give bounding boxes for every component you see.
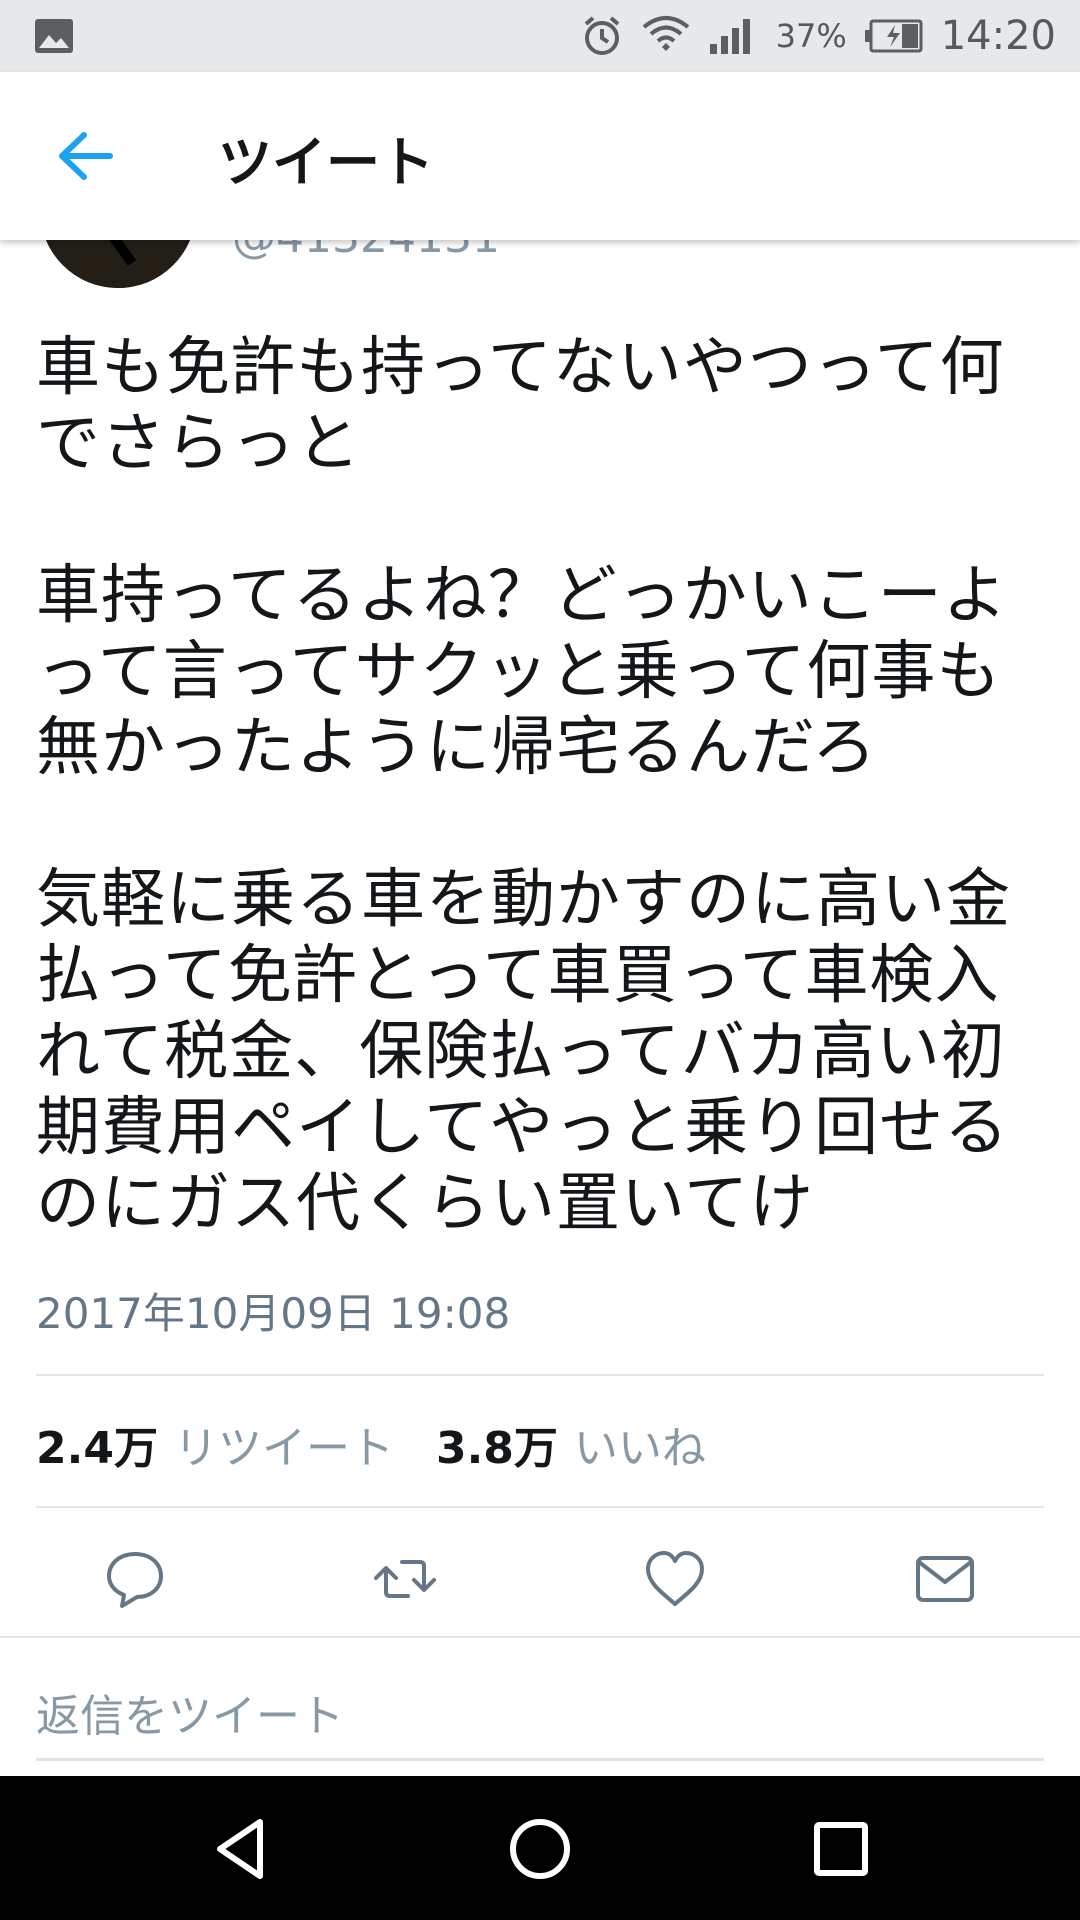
alarm-icon xyxy=(584,16,619,55)
battery-percent: 37% xyxy=(775,17,847,55)
reply-icon[interactable] xyxy=(104,1548,166,1610)
home-nav-icon[interactable] xyxy=(505,1814,575,1884)
like-label[interactable]: いいね xyxy=(574,1412,706,1476)
wifi-icon xyxy=(642,16,689,51)
divider xyxy=(36,1506,1044,1508)
back-nav-icon[interactable] xyxy=(206,1814,276,1884)
back-arrow-icon[interactable] xyxy=(56,130,114,182)
reply-underline xyxy=(36,1758,1044,1761)
like-icon[interactable] xyxy=(644,1548,706,1610)
clock: 14:20 xyxy=(940,13,1056,59)
tweet-text: 車も免許も持ってないやつって何 でさらっと 車持ってるよね？どっかいこーよ って… xyxy=(36,331,1011,1241)
retweet-count[interactable]: 2.4万 xyxy=(36,1412,158,1476)
divider xyxy=(36,1374,1044,1376)
system-nav-bar xyxy=(0,1776,1080,1920)
tweet-actions xyxy=(0,1548,1080,1610)
tweet-timestamp: 2017年10月09日 19:08 xyxy=(36,1289,511,1338)
page-title: ツイート xyxy=(218,131,434,194)
recents-nav-icon[interactable] xyxy=(806,1814,876,1884)
divider xyxy=(0,1636,1080,1638)
gallery-icon xyxy=(35,19,73,53)
retweet-icon[interactable] xyxy=(374,1548,436,1610)
tweet-stats: 2.4万 リツイート 3.8万 いいね xyxy=(36,1412,706,1476)
status-bar: 37% 14:20 xyxy=(0,0,1080,72)
app-header: ツイート xyxy=(0,72,1080,240)
retweet-label[interactable]: リツイート xyxy=(174,1412,394,1476)
like-count[interactable]: 3.8万 xyxy=(436,1412,558,1476)
reply-input[interactable]: 返信をツイート xyxy=(36,1680,344,1744)
signal-icon xyxy=(709,19,750,54)
battery-icon xyxy=(864,19,923,53)
share-mail-icon[interactable] xyxy=(914,1548,976,1610)
